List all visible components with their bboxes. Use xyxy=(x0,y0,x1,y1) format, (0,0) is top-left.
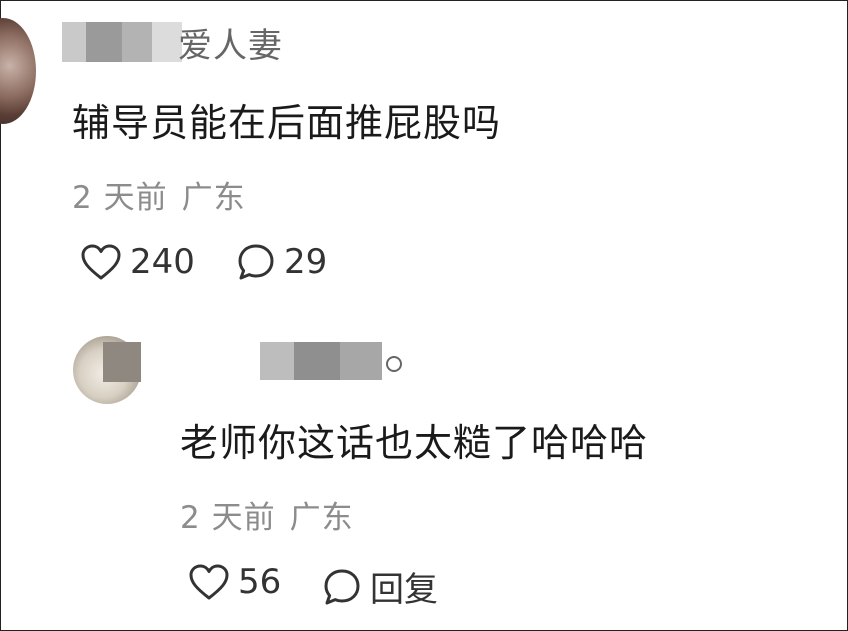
comment-meta: 2 天前 广东 xyxy=(180,492,354,537)
reply-button[interactable]: 回复 xyxy=(322,562,438,611)
like-button[interactable]: 56 xyxy=(188,562,281,602)
like-button[interactable]: 240 xyxy=(80,242,195,282)
reply-count: 29 xyxy=(284,242,328,282)
comment-text: 辅导员能在后面推屁股吗 xyxy=(72,101,502,145)
username-suffix-circle xyxy=(386,356,402,372)
comment-meta: 2 天前 广东 xyxy=(72,172,246,217)
heart-outline-icon xyxy=(81,244,121,280)
heart-outline-icon xyxy=(189,564,229,600)
comment-location: 广东 xyxy=(289,500,354,536)
username-mosaic xyxy=(62,22,182,62)
username[interactable]: 爱人妻 xyxy=(178,18,283,67)
speech-bubble-icon xyxy=(324,569,360,604)
reply-label: 回复 xyxy=(370,570,438,610)
username-mosaic xyxy=(260,342,382,380)
comment-time: 2 天前 xyxy=(180,500,276,536)
comment-time: 2 天前 xyxy=(72,180,168,216)
like-count: 56 xyxy=(238,562,282,602)
avatar-mosaic xyxy=(103,342,141,382)
like-count: 240 xyxy=(130,242,195,282)
comment-text: 老师你这话也太糙了哈哈哈 xyxy=(180,421,649,465)
speech-bubble-icon xyxy=(238,244,274,280)
reply-button[interactable]: 29 xyxy=(236,242,327,282)
comment-location: 广东 xyxy=(181,180,246,216)
